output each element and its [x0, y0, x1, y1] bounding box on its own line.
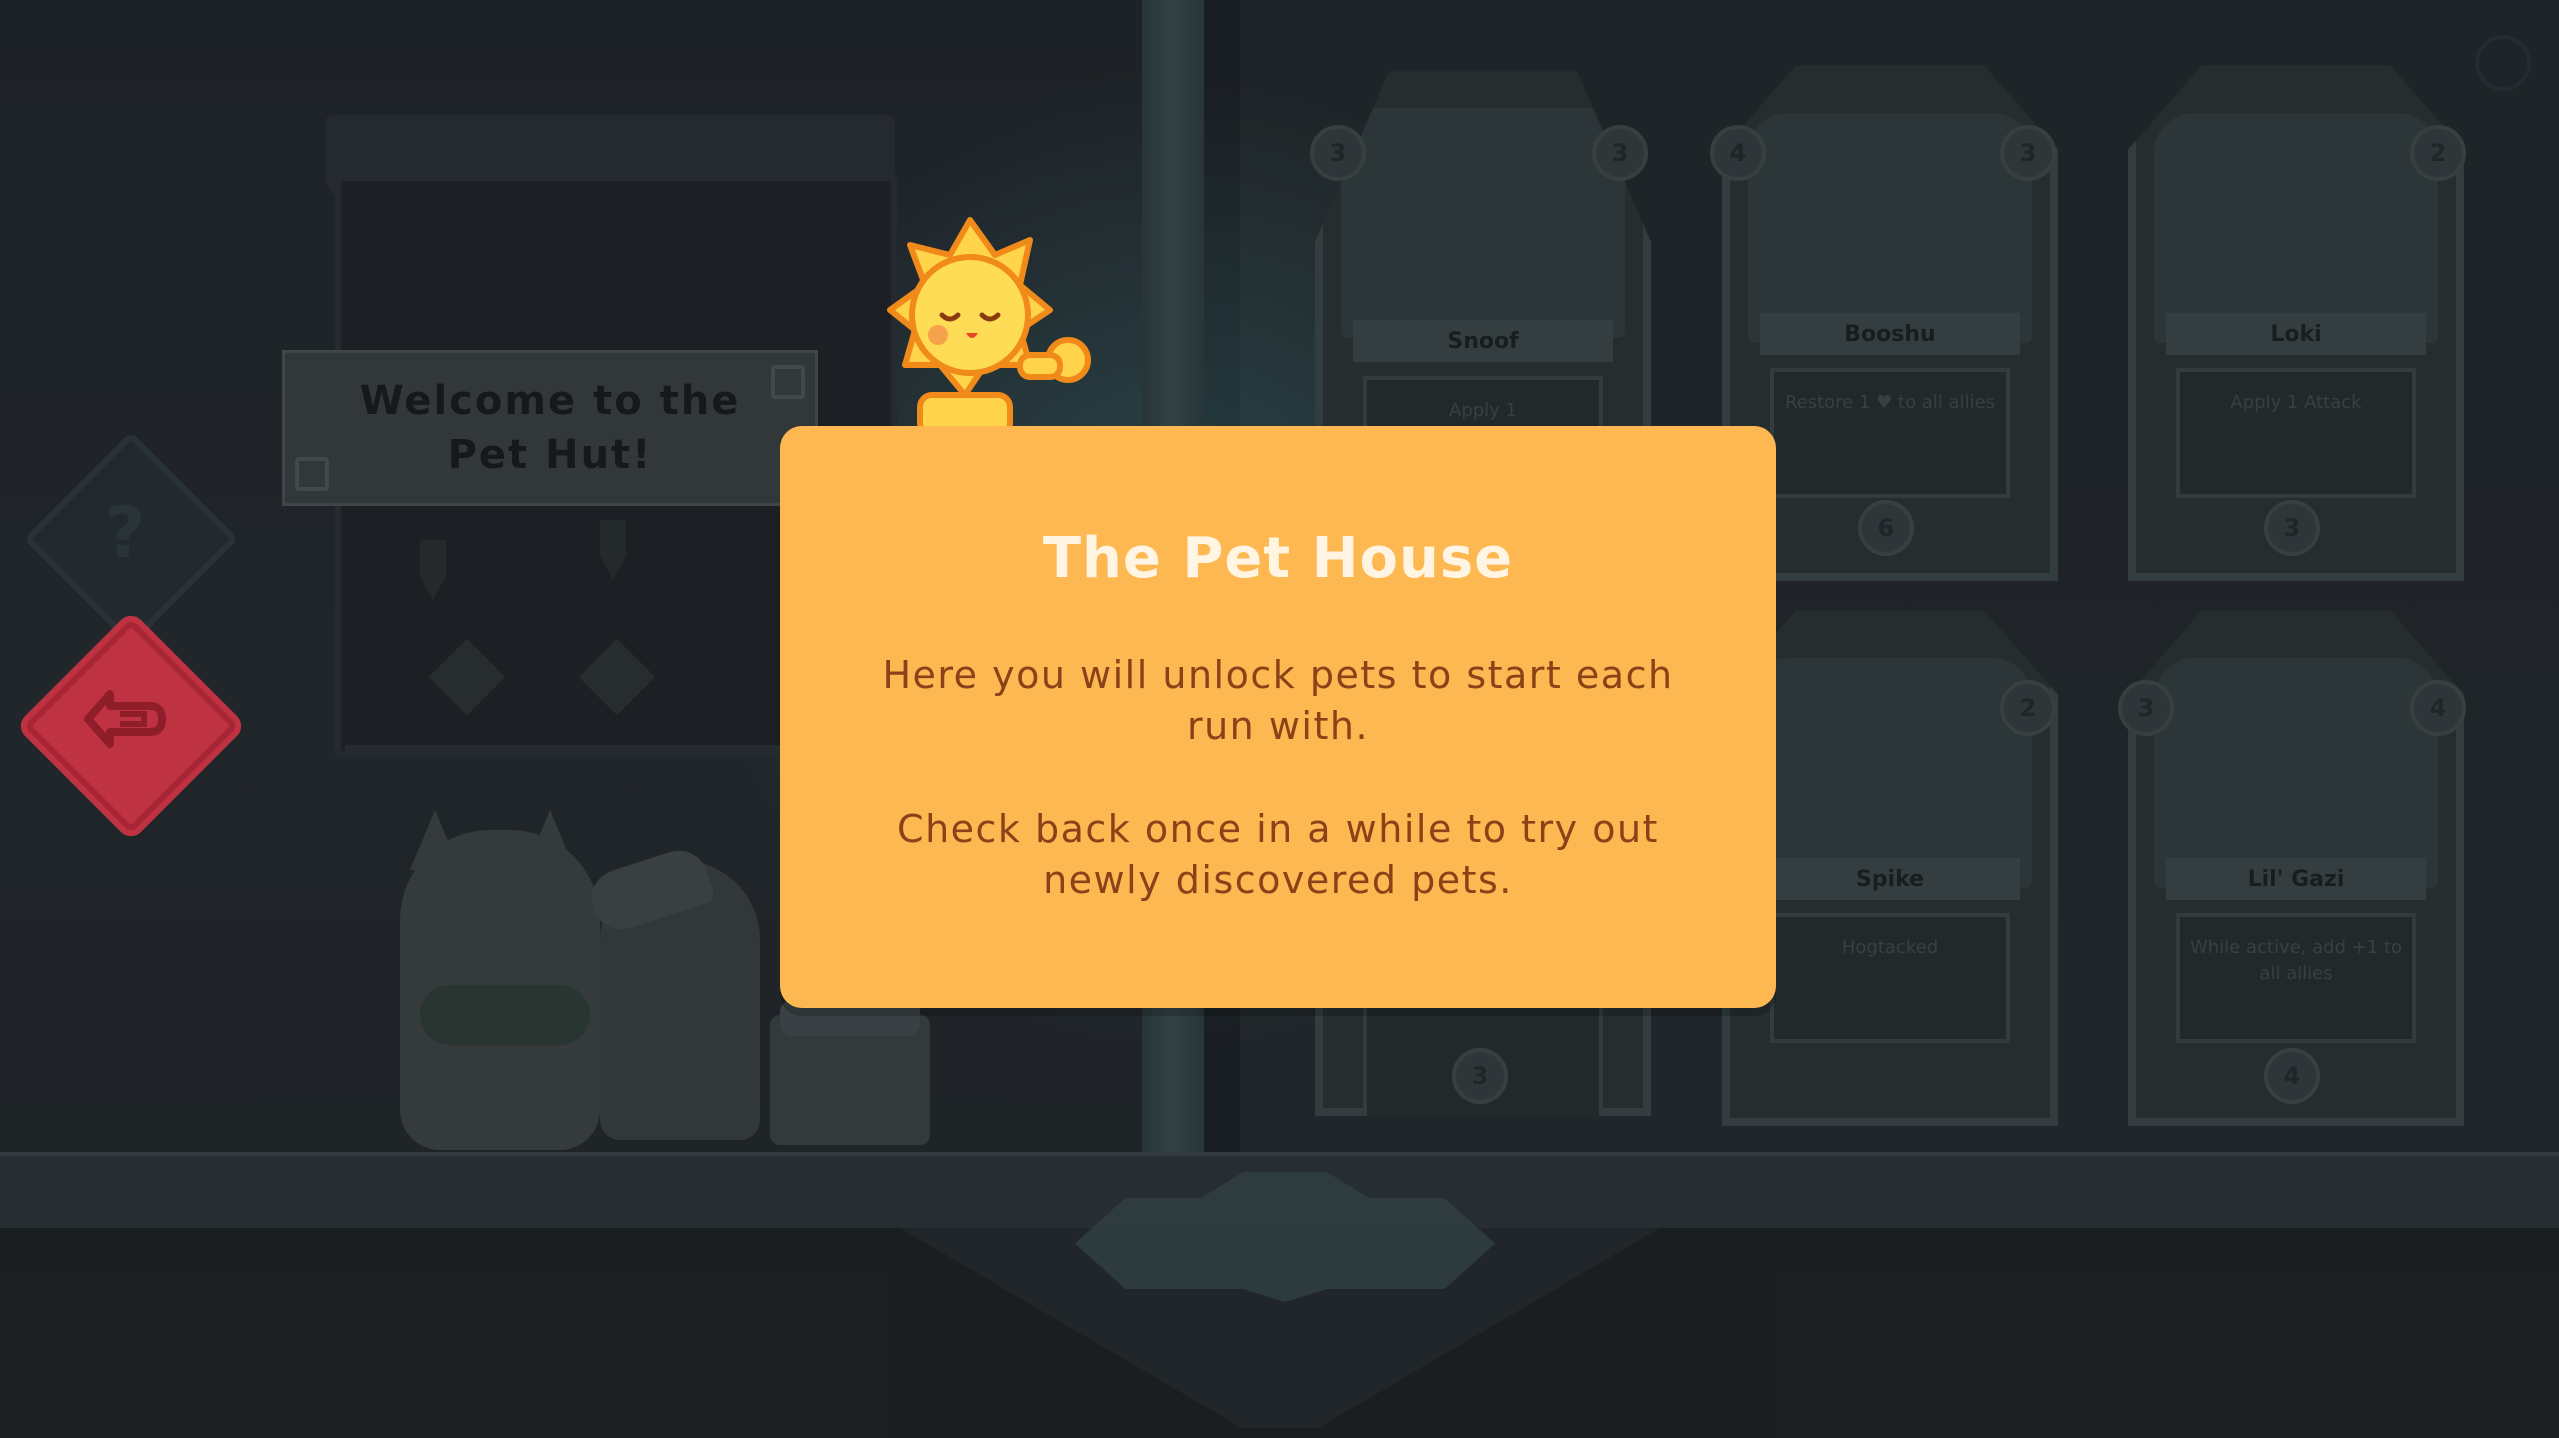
dialog-body-text: Check back once in a while to try out ne…: [897, 807, 1659, 902]
info-dialog[interactable]: The Pet House Here you will unlock pets …: [780, 426, 1776, 1008]
dialog-title: The Pet House: [1042, 526, 1514, 591]
dialog-body-text: Here you will unlock pets to start each …: [882, 653, 1674, 748]
sun-mascot-icon: [887, 217, 1091, 435]
game-scene: Welcome to the Pet Hut! Snoof Apply 1 3 …: [0, 0, 2559, 1438]
